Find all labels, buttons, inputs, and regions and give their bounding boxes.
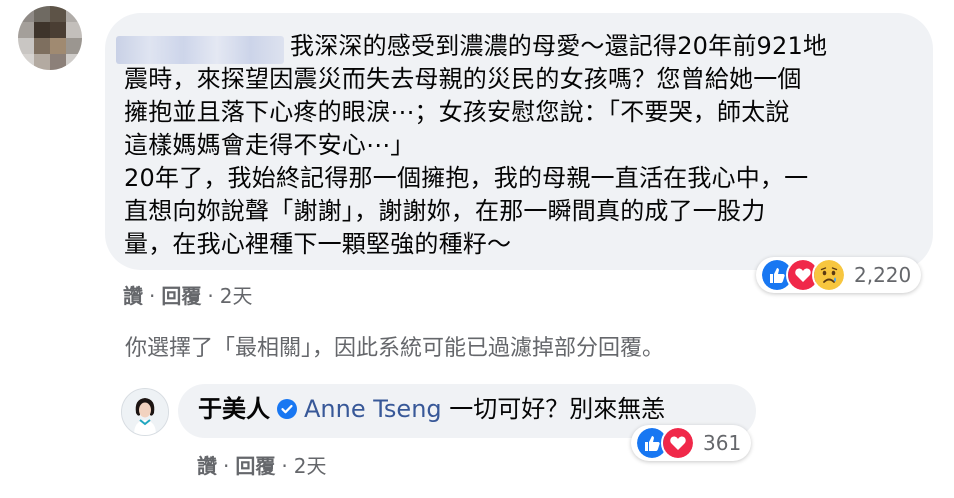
comment-text-line-4: 這樣媽媽會走得不安心⋯」 <box>124 131 415 159</box>
comment-text-line-5: 20年了，我始終記得那一個擁抱，我的母親一直活在我心中，一 <box>124 164 809 192</box>
reply-author-name[interactable]: 于美人 <box>198 395 270 423</box>
like-button[interactable]: 讚 <box>123 284 143 308</box>
sad-icon <box>812 258 846 292</box>
reply-button[interactable]: 回覆 <box>235 454 275 478</box>
comment-text-line-2: 震時，來探望因震災而失去母親的災民的女孩嗎？您曾給她一個 <box>124 65 802 93</box>
comment-text-line-1: 我深深的感受到濃濃的母愛～還記得20年前921地 <box>290 32 828 60</box>
reply-text: 一切可好？別來無恙 <box>441 395 666 423</box>
commenter-avatar[interactable] <box>18 6 82 70</box>
comment-text-line-3: 擁抱並且落下心疼的眼淚⋯；女孩安慰您說：「不要哭，師太說 <box>124 98 790 126</box>
comment-reaction-count: 2,220 <box>854 263 912 287</box>
comment-timestamp[interactable]: 2天 <box>220 284 253 308</box>
love-icon <box>661 426 695 460</box>
comment-text-line-6: 直想向妳說聲「謝謝」，謝謝妳，在那一瞬間真的成了一股力 <box>124 197 766 225</box>
reply-reaction-count: 361 <box>703 431 742 455</box>
reply-reactions[interactable]: 361 <box>631 425 752 461</box>
verified-badge-icon <box>277 399 297 419</box>
separator-dot: · <box>207 284 214 308</box>
like-button[interactable]: 讚 <box>197 454 217 478</box>
separator-dot: · <box>281 454 288 478</box>
separator-dot: · <box>223 454 230 478</box>
avatar-portrait <box>122 389 168 435</box>
filter-notice: 你選擇了「最相關」，因此系統可能已過濾掉部分回覆。 <box>125 336 665 361</box>
redacted-commenter-name <box>116 36 284 64</box>
reply-actions: 讚 · 回覆 · 2天 <box>197 450 326 479</box>
separator-dot: · <box>149 284 156 308</box>
reply-content: 于美人 Anne Tseng 一切可好？別來無恙 <box>198 393 665 426</box>
comment-text-line-7: 量，在我心裡種下一顆堅強的種籽～ <box>124 230 512 258</box>
reply-author-avatar[interactable] <box>121 388 169 436</box>
reply-button[interactable]: 回覆 <box>161 284 201 308</box>
comment-reactions[interactable]: 2,220 <box>756 257 922 293</box>
tagged-user-link[interactable]: Anne Tseng <box>304 395 442 423</box>
reply-timestamp[interactable]: 2天 <box>294 454 327 478</box>
comment-actions: 讚 · 回覆 · 2天 <box>123 280 252 309</box>
